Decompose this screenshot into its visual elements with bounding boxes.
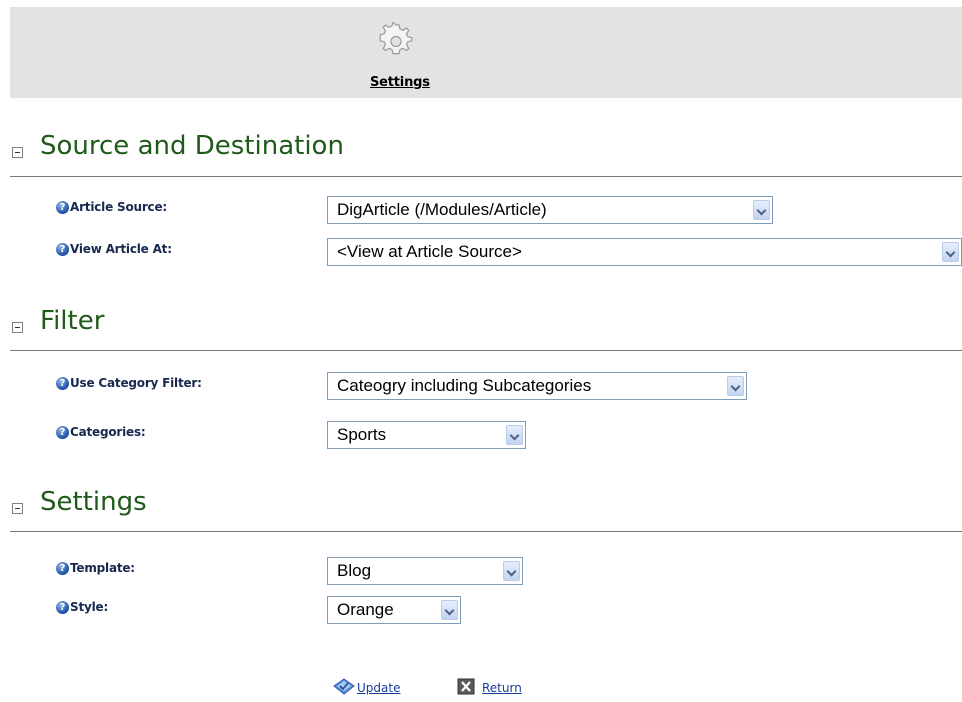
chevron-down-icon[interactable] — [441, 600, 458, 620]
chevron-down-icon[interactable] — [727, 376, 744, 396]
field-row-view-article-at: ? View Article At: <View at Article Sour… — [0, 238, 962, 268]
help-icon[interactable]: ? — [56, 601, 69, 614]
return-link[interactable]: Return — [482, 681, 522, 695]
select-value: Blog — [337, 561, 372, 580]
gear-icon[interactable] — [378, 20, 414, 58]
section-divider — [10, 176, 962, 177]
article-source-select[interactable]: DigArticle (/Modules/Article) — [327, 196, 773, 224]
field-label: View Article At: — [70, 242, 172, 256]
field-row-use-category-filter: ? Use Category Filter: Cateogry includin… — [0, 372, 962, 402]
chevron-down-icon[interactable] — [506, 425, 523, 445]
section-title: Filter — [40, 306, 105, 336]
help-icon[interactable]: ? — [56, 562, 69, 575]
chevron-down-icon[interactable] — [942, 242, 959, 262]
select-value: Sports — [337, 425, 387, 444]
select-value: Cateogry including Subcategories — [337, 376, 592, 395]
category-filter-select[interactable]: Cateogry including Subcategories — [327, 372, 747, 400]
section-divider — [10, 531, 962, 532]
chevron-down-icon[interactable] — [503, 561, 520, 581]
style-select[interactable]: Orange — [327, 596, 461, 624]
categories-select[interactable]: Sports — [327, 421, 526, 449]
section-title: Settings — [40, 487, 147, 517]
field-label: Categories: — [70, 425, 146, 439]
select-value: DigArticle (/Modules/Article) — [337, 200, 547, 219]
select-value: Orange — [337, 600, 394, 619]
help-icon[interactable]: ? — [56, 426, 69, 439]
update-icon[interactable] — [333, 678, 355, 696]
section-title: Source and Destination — [40, 131, 344, 161]
top-toolbar: Settings — [10, 7, 962, 98]
field-label: Article Source: — [70, 200, 167, 214]
update-link[interactable]: Update — [357, 681, 400, 695]
chevron-down-icon[interactable] — [753, 200, 770, 220]
select-value: <View at Article Source> — [337, 242, 522, 261]
view-article-at-select[interactable]: <View at Article Source> — [327, 238, 962, 266]
field-label: Style: — [70, 600, 109, 614]
help-icon[interactable]: ? — [56, 243, 69, 256]
field-label: Use Category Filter: — [70, 376, 202, 390]
field-row-article-source: ? Article Source: DigArticle (/Modules/A… — [0, 196, 962, 226]
close-icon[interactable] — [457, 678, 475, 696]
template-select[interactable]: Blog — [327, 557, 523, 585]
help-icon[interactable]: ? — [56, 377, 69, 390]
settings-link[interactable]: Settings — [370, 75, 430, 90]
help-icon[interactable]: ? — [56, 201, 69, 214]
collapse-icon[interactable] — [12, 147, 23, 158]
field-row-categories: ? Categories: Sports — [0, 421, 962, 451]
collapse-icon[interactable] — [12, 503, 23, 514]
section-divider — [10, 350, 962, 351]
field-row-template: ? Template: Blog — [0, 557, 962, 587]
collapse-icon[interactable] — [12, 322, 23, 333]
field-row-style: ? Style: Orange — [0, 596, 962, 626]
field-label: Template: — [70, 561, 135, 575]
